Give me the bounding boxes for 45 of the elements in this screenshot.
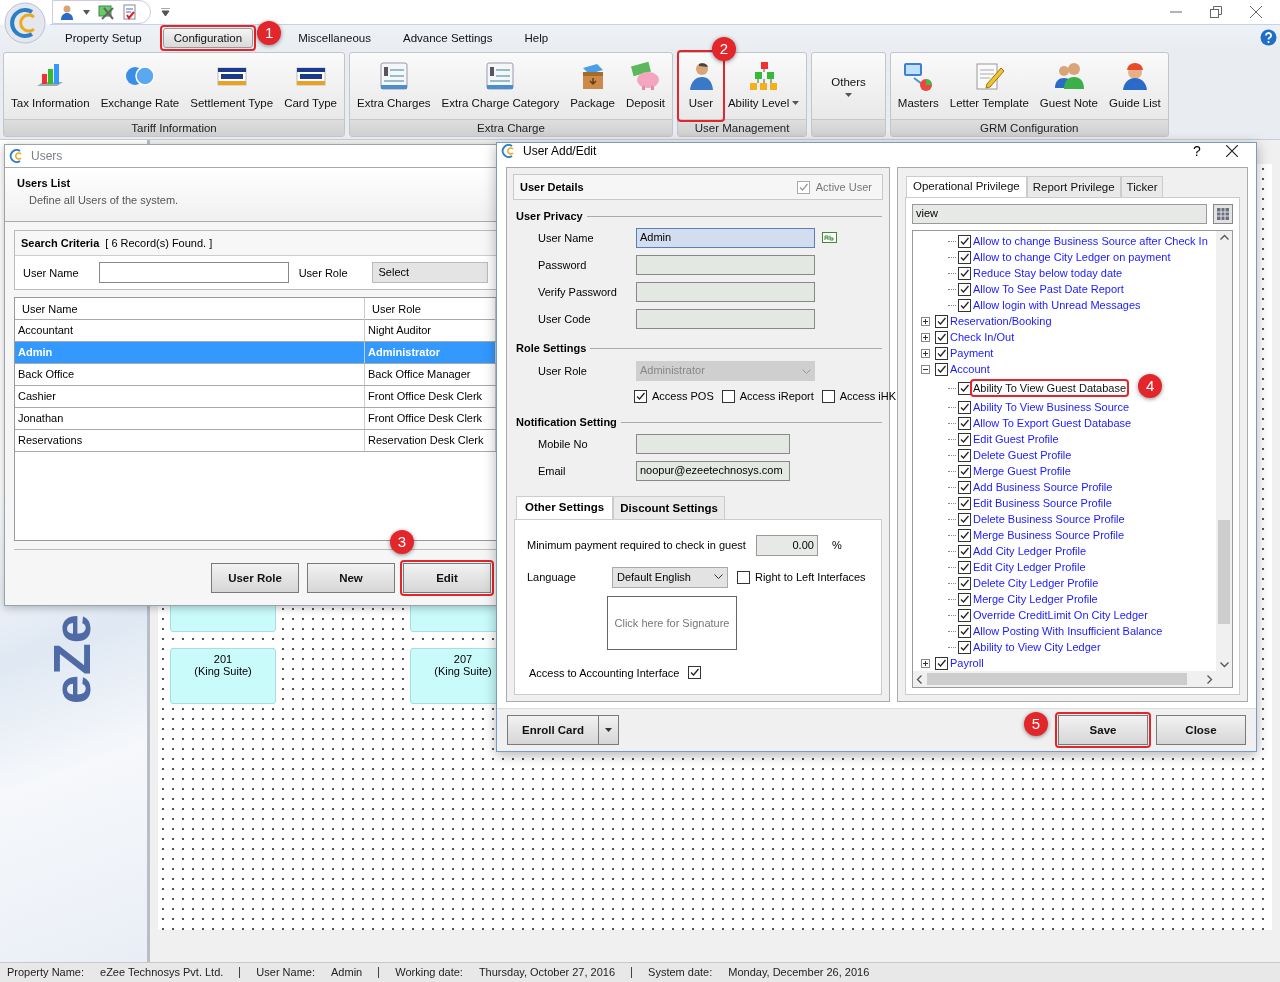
- field-label: User Code: [538, 312, 592, 325]
- section-title: User Privacy: [516, 210, 583, 222]
- section-title: User Details: [520, 181, 584, 193]
- status-label: User Name:: [256, 967, 316, 978]
- step-badge: 5: [1024, 712, 1048, 736]
- field-label: Mobile No: [538, 437, 589, 450]
- status-value: Monday, December 26, 2016: [728, 967, 870, 978]
- status-label: Property Name:: [7, 967, 85, 978]
- status-label: Working date:: [395, 967, 463, 978]
- record-count: [ 6 Record(s) Found. ]: [105, 237, 213, 249]
- window-title: User Add/Edit: [523, 144, 597, 158]
- column-header: User Name: [15, 298, 365, 320]
- field-label: User Name: [23, 266, 79, 279]
- field-label: User Role: [298, 266, 348, 279]
- status-value: Thursday, October 27, 2016: [478, 967, 616, 978]
- panel-description: Define all Users of the system.: [28, 194, 180, 207]
- field-label: Password: [538, 258, 588, 271]
- step-badge: 1: [257, 20, 282, 45]
- field-label: Language: [527, 571, 576, 583]
- field-label: Minimum payment required to check in guest: [527, 539, 746, 551]
- window-title: Users: [31, 149, 63, 164]
- group-title: User Management: [677, 119, 807, 136]
- step-badge: 4: [1138, 374, 1163, 398]
- field-label: Verify Password: [538, 285, 618, 298]
- status-value: eZee Technosys Pvt. Ltd.: [100, 967, 224, 978]
- checkbox-label: Access POS: [652, 390, 714, 402]
- checkbox-label: Access to Accounting Interface: [529, 666, 680, 679]
- checkbox-label: Access iHK: [839, 390, 896, 402]
- section-title: Role Settings: [516, 342, 587, 354]
- status-value: Admin: [331, 967, 363, 978]
- checkbox-label: Access iReport: [739, 390, 814, 402]
- group-title: Tariff Information: [4, 119, 345, 136]
- section-title: Notification Setting: [516, 416, 617, 428]
- field-label: User Role: [538, 365, 588, 377]
- unit-label: %: [831, 539, 842, 551]
- field-label: Email: [538, 464, 567, 477]
- section-title: Search Criteria: [21, 237, 100, 249]
- group-title: GRM Configuration: [890, 119, 1168, 136]
- panel-heading: Users List: [17, 177, 72, 190]
- brand-text: eZe: [46, 614, 98, 704]
- checkbox-label: Right to Left Interfaces: [754, 571, 866, 583]
- status-label: System date:: [648, 967, 713, 978]
- field-label: User Name: [538, 231, 595, 244]
- checkbox-label: Active User: [815, 181, 872, 193]
- group-title: Extra Charge: [350, 119, 672, 136]
